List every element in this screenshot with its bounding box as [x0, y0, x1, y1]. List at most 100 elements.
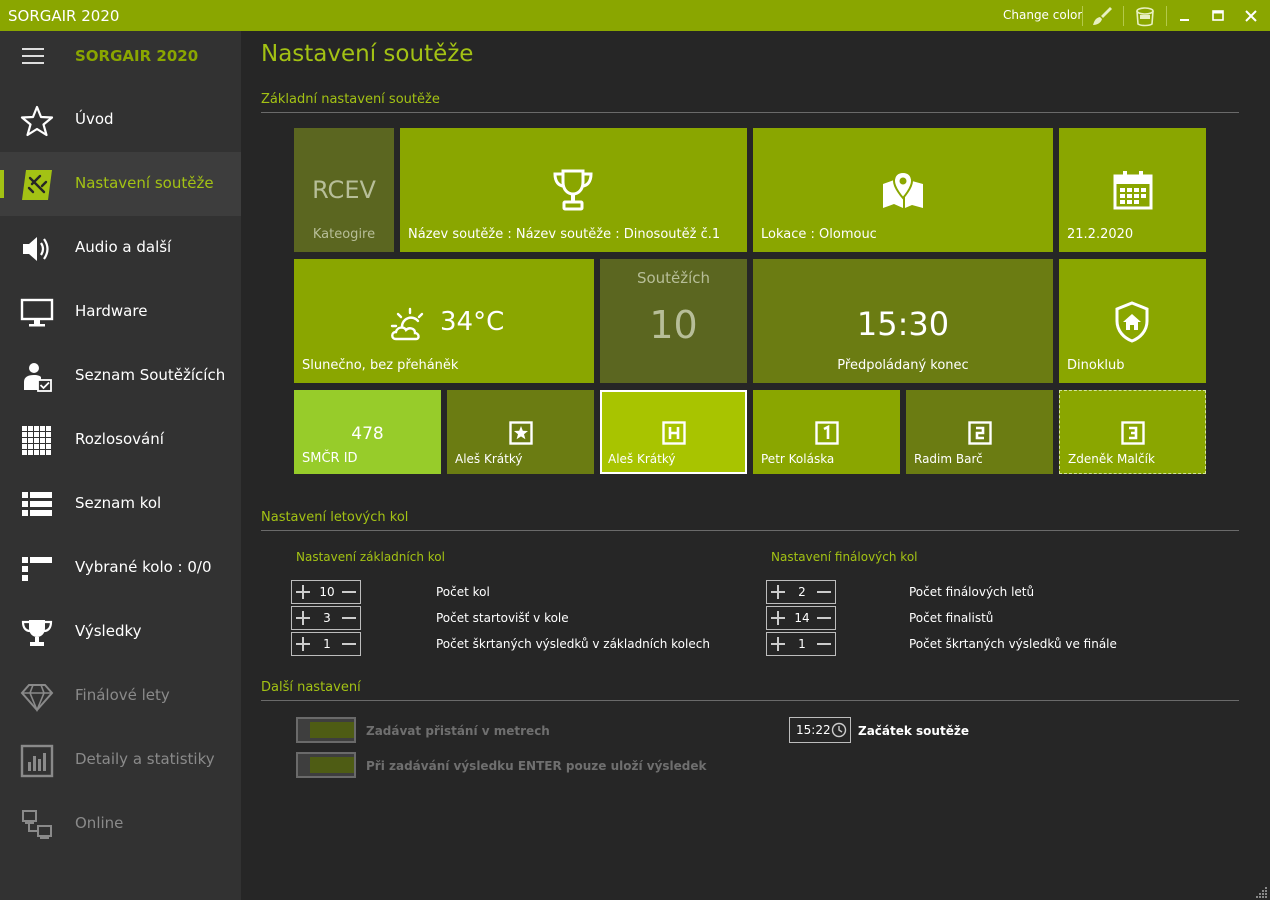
sidebar-item-uvod[interactable]: Úvod	[0, 88, 241, 152]
sidebar-item-label: Finálové lety	[75, 686, 170, 704]
title-bar: SORGAIR 2020 Change color	[0, 0, 1270, 31]
plus-icon[interactable]	[770, 636, 786, 652]
sidebar-item-seznam-kol[interactable]: Seznam kol	[0, 472, 241, 536]
map-pin-icon	[883, 170, 923, 208]
final-flights-label: Počet finálových letů	[909, 585, 1035, 599]
minus-icon[interactable]	[341, 584, 357, 600]
change-color-label[interactable]: Change color	[1003, 8, 1082, 22]
category-label: Kateogire	[312, 227, 376, 242]
stepper-value[interactable]: 14	[789, 611, 815, 625]
letter-h-badge-icon	[662, 421, 686, 445]
sidebar-item-label: Hardware	[75, 302, 148, 320]
basic-rounds-title: Nastavení základních kol	[296, 550, 445, 564]
final-dropped-stepper: 1	[766, 632, 836, 656]
smcr-label: SMČR ID	[302, 451, 358, 466]
rounds-count-label: Počet kol	[436, 585, 490, 599]
tile-head-judge[interactable]: Aleš Krátký	[600, 390, 747, 474]
minus-icon[interactable]	[816, 636, 832, 652]
enter-save-label: Při zadávání výsledku ENTER pouze uloží …	[366, 759, 707, 773]
tile-end-time[interactable]: 15:30 Předpoládaný konec	[753, 259, 1053, 383]
tile-competition-name[interactable]: Název soutěže : Název soutěže : Dinosout…	[400, 128, 747, 252]
competitors-count: 10	[649, 303, 698, 347]
shield-home-icon	[1115, 301, 1149, 343]
maximize-icon[interactable]	[1208, 6, 1228, 26]
finalists-stepper: 14	[766, 606, 836, 630]
titlebar-separator	[1166, 6, 1167, 26]
stepper-value[interactable]: 10	[314, 585, 340, 599]
stepper-value[interactable]: 1	[314, 637, 340, 651]
final-rounds-title: Nastavení finálových kol	[771, 550, 918, 564]
window-title: SORGAIR 2020	[8, 7, 120, 25]
sidebar-item-rozlosovani[interactable]: Rozlosování	[0, 408, 241, 472]
tile-smcr-id[interactable]: 478 SMČR ID	[294, 390, 441, 474]
hamburger-menu-icon[interactable]	[22, 47, 46, 65]
star-icon	[20, 105, 54, 137]
plus-icon[interactable]	[295, 610, 311, 626]
sidebar-item-nastaveni-souteze[interactable]: Nastavení soutěže	[0, 152, 241, 216]
plus-icon[interactable]	[295, 636, 311, 652]
sidebar-item-finalove-lety[interactable]: Finálové lety	[0, 664, 241, 728]
minus-icon[interactable]	[341, 636, 357, 652]
landing-meters-toggle[interactable]	[296, 717, 356, 743]
sidebar-item-label: Detaily a statistiky	[75, 750, 215, 768]
rounds-count-stepper: 10	[291, 580, 361, 604]
competitors-label: Soutěžích	[636, 269, 711, 287]
number-2-badge-icon	[968, 421, 992, 445]
sidebar-item-vysledky[interactable]: Výsledky	[0, 600, 241, 664]
calendar-icon	[1113, 171, 1153, 210]
tile-category[interactable]: RCEV Kateogire	[294, 128, 394, 252]
weather-temperature: 34°C	[440, 307, 505, 337]
judge-2-label: Radim Barč	[914, 452, 983, 466]
sidebar-item-detaily[interactable]: Detaily a statistiky	[0, 728, 241, 792]
diamond-icon	[20, 684, 54, 713]
category-code: RCEV	[312, 176, 376, 204]
section-title-basic: Základní nastavení soutěže	[261, 92, 440, 107]
tile-location[interactable]: Lokace : Olomouc	[753, 128, 1053, 252]
landing-meters-label: Zadávat přistání v metrech	[366, 724, 550, 738]
finalists-label: Počet finalistů	[909, 611, 994, 625]
enter-save-toggle[interactable]	[296, 752, 356, 778]
sidebar-item-seznam-soutezicich[interactable]: Seznam Soutěžících	[0, 344, 241, 408]
plus-icon[interactable]	[295, 584, 311, 600]
stepper-value[interactable]: 2	[789, 585, 815, 599]
tile-judge-3[interactable]: Zdeněk Malčík	[1059, 390, 1206, 474]
director-label: Aleš Krátký	[455, 452, 523, 466]
user-check-icon	[24, 363, 52, 392]
competition-name-label: Název soutěže : Název soutěže : Dinosout…	[408, 227, 721, 242]
tile-competitors[interactable]: Soutěžích 10	[600, 259, 747, 383]
stepper-value[interactable]: 3	[314, 611, 340, 625]
minus-icon[interactable]	[816, 610, 832, 626]
weather-sun-cloud-icon	[390, 307, 424, 341]
tile-date[interactable]: 21.2.2020	[1059, 128, 1206, 252]
close-icon[interactable]	[1241, 6, 1261, 26]
sidebar-item-online[interactable]: Online	[0, 792, 241, 856]
start-places-stepper: 3	[291, 606, 361, 630]
sidebar-item-label: Rozlosování	[75, 430, 164, 448]
plus-icon[interactable]	[770, 584, 786, 600]
tile-weather[interactable]: 34°C Slunečno, bez přeháněk	[294, 259, 594, 383]
section-title-rounds: Nastavení letových kol	[261, 510, 409, 525]
start-places-label: Počet startovišť v kole	[436, 611, 569, 625]
minus-icon[interactable]	[816, 584, 832, 600]
trophy-icon	[553, 169, 593, 211]
monitor-icon	[20, 298, 54, 327]
tile-director[interactable]: Aleš Krátký	[447, 390, 594, 474]
sidebar-item-hardware[interactable]: Hardware	[0, 280, 241, 344]
sidebar-item-audio[interactable]: Audio a další	[0, 216, 241, 280]
tile-judge-1[interactable]: Petr Koláska	[753, 390, 900, 474]
sidebar-item-label: Audio a další	[75, 238, 172, 256]
start-time-input[interactable]: 15:22	[789, 717, 851, 743]
network-icon	[22, 810, 52, 839]
tile-club[interactable]: Dinoklub	[1059, 259, 1206, 383]
stepper-value[interactable]: 1	[789, 637, 815, 651]
clock-icon[interactable]	[831, 722, 847, 738]
minus-icon[interactable]	[341, 610, 357, 626]
titlebar-separator	[1123, 6, 1124, 26]
plus-icon[interactable]	[770, 610, 786, 626]
paint-bucket-icon[interactable]	[1133, 4, 1157, 28]
sidebar-item-vybrane-kolo[interactable]: Vybrané kolo : 0/0	[0, 536, 241, 600]
brush-icon[interactable]	[1090, 4, 1114, 28]
tile-judge-2[interactable]: Radim Barč	[906, 390, 1053, 474]
minimize-icon[interactable]	[1175, 6, 1195, 26]
resize-grip-icon[interactable]	[1256, 886, 1268, 898]
